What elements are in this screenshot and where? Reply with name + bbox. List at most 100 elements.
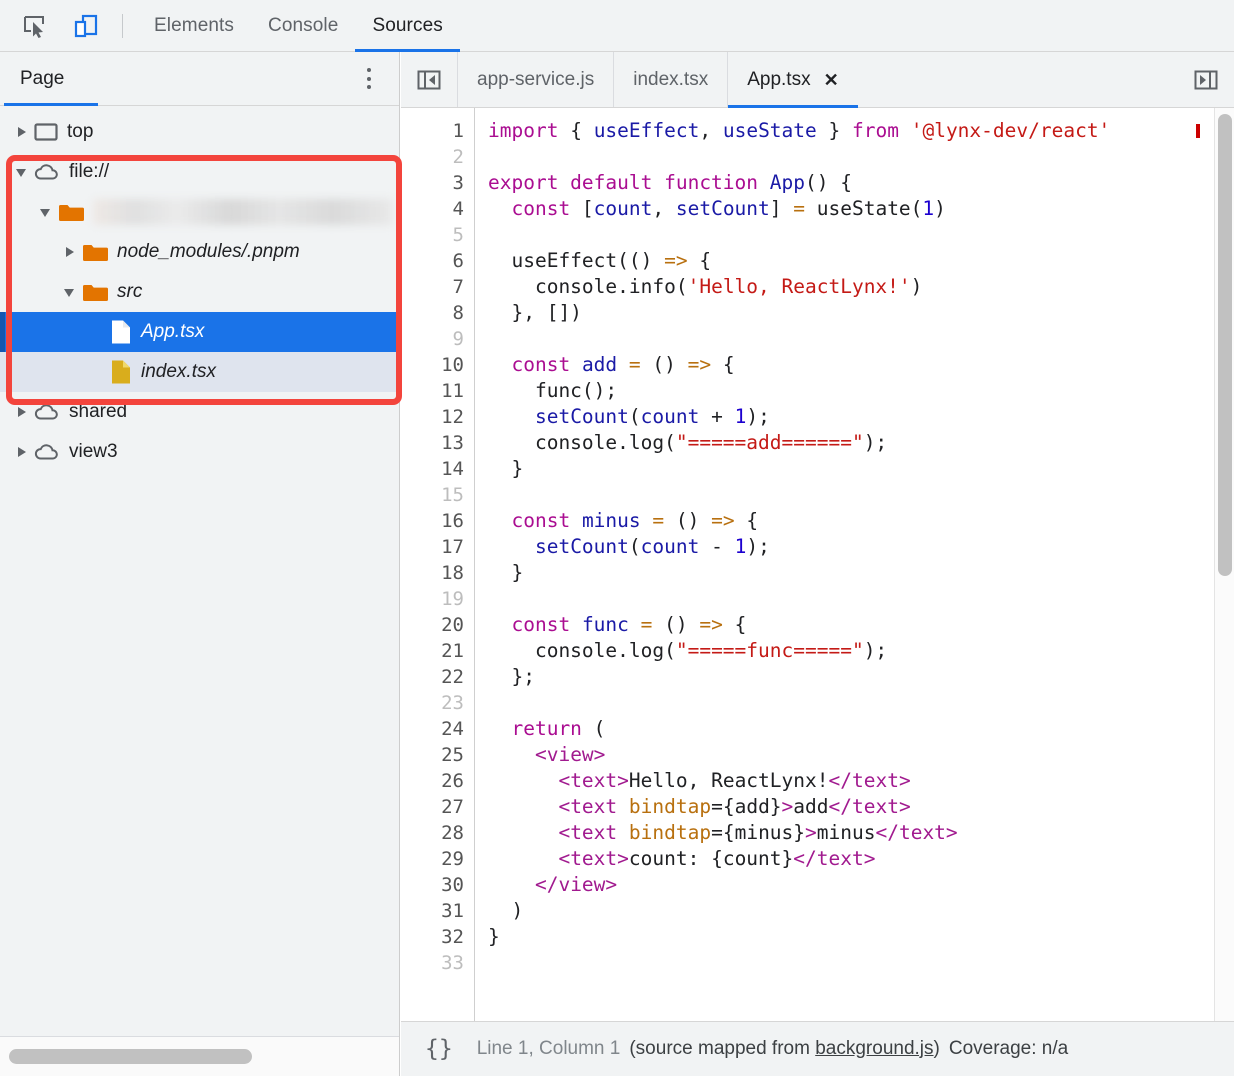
code-line[interactable] — [488, 690, 1234, 716]
chevron-right-icon[interactable] — [14, 124, 30, 140]
code-line[interactable]: useEffect(() => { — [488, 248, 1234, 274]
code-token: ] — [769, 197, 794, 220]
editor-tab-app-tsx[interactable]: App.tsx ✕ — [727, 52, 859, 108]
tab-console[interactable]: Console — [251, 0, 355, 52]
tree-item-project-folder[interactable] — [0, 192, 399, 232]
code-line[interactable]: console.info('Hello, ReactLynx!') — [488, 274, 1234, 300]
code-line[interactable]: <text>Hello, ReactLynx!</text> — [488, 768, 1234, 794]
code-line[interactable]: const add = () => { — [488, 352, 1234, 378]
chevron-right-icon[interactable] — [14, 404, 30, 420]
code-token: = — [793, 197, 806, 220]
chevron-down-icon[interactable] — [14, 164, 30, 180]
tree-item-view3[interactable]: view3 — [0, 432, 399, 472]
navigator-horizontal-scrollbar[interactable] — [0, 1036, 399, 1076]
more-options-icon[interactable] — [367, 68, 371, 89]
code-line[interactable]: func(); — [488, 378, 1234, 404]
code-line[interactable]: <text bindtap={minus}>minus</text> — [488, 820, 1234, 846]
code-line[interactable]: ) — [488, 898, 1234, 924]
tree-item-top[interactable]: top — [0, 112, 399, 152]
code-line[interactable]: return ( — [488, 716, 1234, 742]
chevron-right-icon[interactable] — [14, 444, 30, 460]
device-toolbar-icon[interactable] — [66, 9, 106, 43]
code-line[interactable]: console.log("=====add======"); — [488, 430, 1234, 456]
format-pretty-print-icon[interactable]: {} — [425, 1036, 453, 1062]
code-token: = — [711, 795, 723, 818]
tab-console-label: Console — [268, 14, 339, 36]
code-line[interactable]: <view> — [488, 742, 1234, 768]
code-line[interactable]: </view> — [488, 872, 1234, 898]
editor-tab-label: index.tsx — [633, 68, 709, 90]
chevron-right-icon[interactable] — [62, 244, 78, 260]
chevron-down-icon[interactable] — [38, 204, 54, 220]
source-map-info: (source mapped from background.js) — [629, 1038, 939, 1060]
code-line[interactable]: setCount(count - 1); — [488, 534, 1234, 560]
tab-sources[interactable]: Sources — [355, 0, 461, 52]
editor-tab-app-service[interactable]: app-service.js — [457, 52, 613, 107]
code-line[interactable]: export default function App() { — [488, 170, 1234, 196]
code-line[interactable] — [488, 326, 1234, 352]
code-line[interactable]: } — [488, 560, 1234, 586]
scrollbar-thumb[interactable] — [1218, 114, 1232, 576]
tab-elements[interactable]: Elements — [137, 0, 251, 52]
code-token: => — [687, 353, 712, 376]
panel-tabs: Elements Console Sources — [137, 0, 461, 52]
code-line[interactable]: const func = () => { — [488, 612, 1234, 638]
tree-item-app-tsx[interactable]: App.tsx — [0, 312, 399, 352]
code-token: console.log( — [488, 431, 676, 454]
editor-vertical-scrollbar[interactable] — [1214, 108, 1234, 1021]
code-content[interactable]: import { useEffect, useState } from '@ly… — [475, 108, 1234, 1021]
code-line[interactable]: }; — [488, 664, 1234, 690]
navigator-tab-page[interactable]: Page — [0, 68, 64, 90]
code-token: Hello, ReactLynx! — [628, 769, 829, 792]
code-viewer[interactable]: 1 2 3 4 5 6 7 8 9 10 11 12 13 14 15 16 17 18 19 20 21 22 23 24 2… — [401, 108, 1234, 1021]
code-line[interactable]: }, []) — [488, 300, 1234, 326]
close-icon[interactable]: ✕ — [824, 71, 839, 89]
chevron-down-icon[interactable] — [62, 284, 78, 300]
code-token: useState( — [805, 197, 923, 220]
line-number: 7 — [452, 276, 464, 298]
code-line[interactable]: const [count, setCount] = useState(1) — [488, 196, 1234, 222]
line-number: 32 — [441, 926, 464, 948]
editor-tab-label: App.tsx — [747, 68, 811, 90]
code-line[interactable]: import { useEffect, useState } from '@ly… — [488, 118, 1234, 144]
scrollbar-thumb[interactable] — [9, 1049, 252, 1064]
code-line[interactable]: <text>count: {count}</text> — [488, 846, 1234, 872]
toolbar-divider — [122, 13, 123, 38]
file-tree: top file:// node_modules/.pnpm src App.t… — [0, 106, 399, 1022]
code-line[interactable]: } — [488, 456, 1234, 482]
inspect-element-icon[interactable] — [14, 9, 54, 43]
code-token: </text> — [828, 769, 911, 792]
code-line[interactable]: <text bindtap={add}>add</text> — [488, 794, 1234, 820]
source-map-link[interactable]: background.js — [815, 1038, 933, 1059]
tree-item-file-protocol[interactable]: file:// — [0, 152, 399, 192]
line-number: 28 — [441, 822, 464, 844]
code-token: <text — [558, 821, 618, 844]
line-number: 15 — [441, 484, 464, 506]
code-line[interactable] — [488, 482, 1234, 508]
code-line[interactable] — [488, 950, 1234, 976]
editor-tab-index-tsx[interactable]: index.tsx — [613, 52, 727, 107]
code-token: setCount — [534, 535, 629, 558]
code-line[interactable] — [488, 586, 1234, 612]
tree-item-index-tsx[interactable]: index.tsx — [0, 352, 399, 392]
code-token: useEffect — [593, 119, 700, 142]
code-token: 'Hello, ReactLynx!' — [687, 275, 911, 298]
tree-item-shared[interactable]: shared — [0, 392, 399, 432]
code-line[interactable]: console.log("=====func====="); — [488, 638, 1234, 664]
code-token: , — [652, 197, 676, 220]
scroll-tabs-left-icon[interactable] — [401, 52, 457, 107]
code-line[interactable] — [488, 222, 1234, 248]
code-line[interactable]: } — [488, 924, 1234, 950]
code-line[interactable]: const minus = () => { — [488, 508, 1234, 534]
tree-item-node-modules[interactable]: node_modules/.pnpm — [0, 232, 399, 272]
scroll-tabs-right-icon[interactable] — [1178, 52, 1234, 108]
code-line[interactable] — [488, 144, 1234, 170]
code-line[interactable]: setCount(count + 1); — [488, 404, 1234, 430]
tree-item-src[interactable]: src — [0, 272, 399, 312]
